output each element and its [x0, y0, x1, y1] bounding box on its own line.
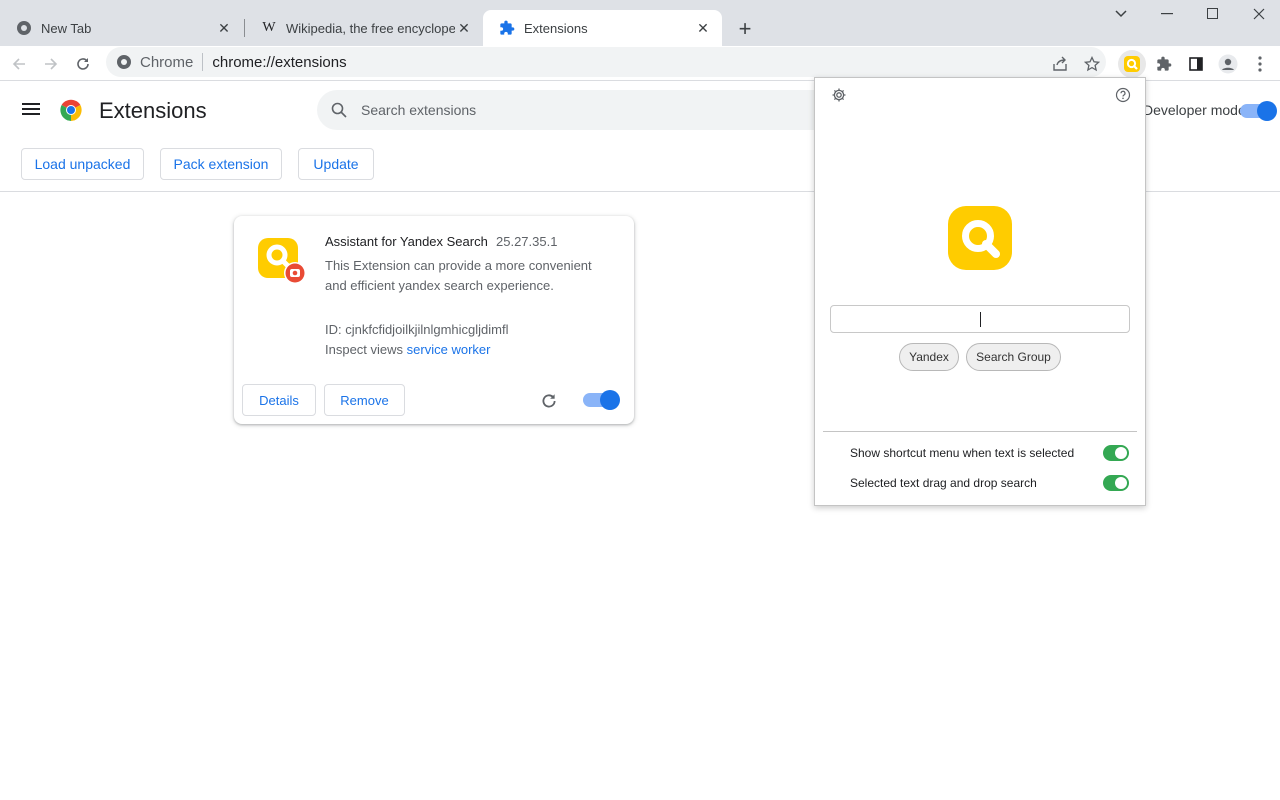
text-caret — [980, 312, 981, 327]
yandex-assistant-icon[interactable] — [1118, 50, 1146, 78]
search-extensions-input[interactable]: Search extensions — [317, 90, 837, 130]
help-icon[interactable] — [1115, 87, 1131, 103]
toggle-knob — [1257, 101, 1277, 121]
chrome-logo-icon — [59, 98, 83, 122]
extensions-puzzle-icon[interactable] — [1150, 50, 1178, 78]
update-button[interactable]: Update — [298, 148, 374, 180]
back-icon[interactable] — [5, 50, 33, 78]
forward-icon[interactable] — [37, 50, 65, 78]
extension-version: 25.27.35.1 — [496, 234, 558, 249]
tab-wikipedia[interactable]: W Wikipedia, the free encyclopedia ✕ — [245, 10, 483, 46]
browser-toolbar: Chrome chrome://extensions — [0, 46, 1280, 81]
option-shortcut-menu-label: Show shortcut menu when text is selected — [850, 446, 1075, 460]
tab-search-icon[interactable] — [1098, 0, 1144, 28]
close-tab-icon[interactable]: ✕ — [215, 19, 233, 37]
close-tab-icon[interactable]: ✕ — [455, 19, 473, 37]
toggle-knob — [1115, 447, 1127, 459]
extension-description: This Extension can provide a more conven… — [325, 258, 592, 293]
search-placeholder: Search extensions — [361, 102, 477, 118]
tab-title: Extensions — [524, 20, 588, 36]
service-worker-link[interactable]: service worker — [407, 342, 491, 357]
wikipedia-icon: W — [262, 20, 276, 35]
popup-divider — [823, 431, 1137, 432]
reload-icon[interactable] — [69, 50, 97, 78]
hamburger-menu-icon[interactable] — [22, 100, 46, 120]
maximize-icon[interactable] — [1190, 0, 1236, 28]
engine-yandex-button[interactable]: Yandex — [899, 343, 959, 371]
tab-title: Wikipedia, the free encyclopedia — [286, 20, 455, 36]
load-unpacked-button[interactable]: Load unpacked — [21, 148, 144, 180]
side-panel-icon[interactable] — [1182, 50, 1210, 78]
profile-avatar-icon[interactable] — [1214, 50, 1242, 78]
close-tab-icon[interactable]: ✕ — [694, 19, 712, 37]
pack-extension-button[interactable]: Pack extension — [160, 148, 282, 180]
extension-name: Assistant for Yandex Search — [325, 234, 488, 249]
remove-button[interactable]: Remove — [324, 384, 405, 416]
inspect-views: Inspect views service worker — [325, 342, 490, 357]
yandex-assistant-popup: Yandex Search Group Show shortcut menu w… — [814, 77, 1146, 506]
gear-icon[interactable] — [831, 87, 847, 103]
bookmark-star-icon[interactable] — [1078, 50, 1106, 78]
chrome-site-icon — [116, 54, 132, 70]
yandex-logo-icon — [948, 206, 1012, 270]
search-icon — [331, 102, 347, 118]
new-tab-button[interactable]: + — [734, 16, 756, 41]
option-drag-drop-toggle[interactable] — [1103, 475, 1129, 491]
page-title: Extensions — [99, 98, 207, 123]
option-shortcut-menu-toggle[interactable] — [1103, 445, 1129, 461]
developer-mode-toggle[interactable] — [1240, 101, 1277, 121]
url-text: chrome://extensions — [212, 53, 347, 71]
tab-title: New Tab — [41, 20, 92, 36]
tab-extensions[interactable]: Extensions ✕ — [483, 10, 722, 46]
reload-extension-icon[interactable] — [540, 392, 558, 410]
option-drag-drop-label: Selected text drag and drop search — [850, 476, 1037, 490]
menu-kebab-icon[interactable] — [1246, 50, 1274, 78]
toggle-knob — [1115, 477, 1127, 489]
share-icon[interactable] — [1046, 50, 1074, 78]
inspect-views-label: Inspect views — [325, 342, 404, 357]
developer-mode-label: Developer mode — [1143, 102, 1246, 118]
yandex-extension-icon — [258, 236, 306, 284]
site-chip: Chrome — [140, 53, 194, 71]
engine-search-group-button[interactable]: Search Group — [966, 343, 1061, 371]
extension-id: ID: cjnkfcfidjoilkjilnlgmhicgljdimfl — [325, 322, 509, 337]
puzzle-icon — [499, 20, 515, 36]
close-window-icon[interactable] — [1236, 0, 1280, 28]
details-button[interactable]: Details — [242, 384, 316, 416]
tab-new-tab[interactable]: New Tab ✕ — [0, 10, 243, 46]
extension-enabled-toggle[interactable] — [583, 390, 620, 410]
chrome-icon — [16, 20, 32, 36]
address-separator — [202, 53, 204, 71]
address-bar[interactable]: Chrome chrome://extensions — [106, 47, 1106, 77]
tab-strip: New Tab ✕ W Wikipedia, the free encyclop… — [0, 0, 1280, 46]
minimize-icon[interactable] — [1144, 0, 1190, 28]
extension-card: Assistant for Yandex Search 25.27.35.1 T… — [234, 216, 634, 424]
popup-search-input[interactable] — [830, 305, 1130, 333]
toggle-knob — [600, 390, 620, 410]
